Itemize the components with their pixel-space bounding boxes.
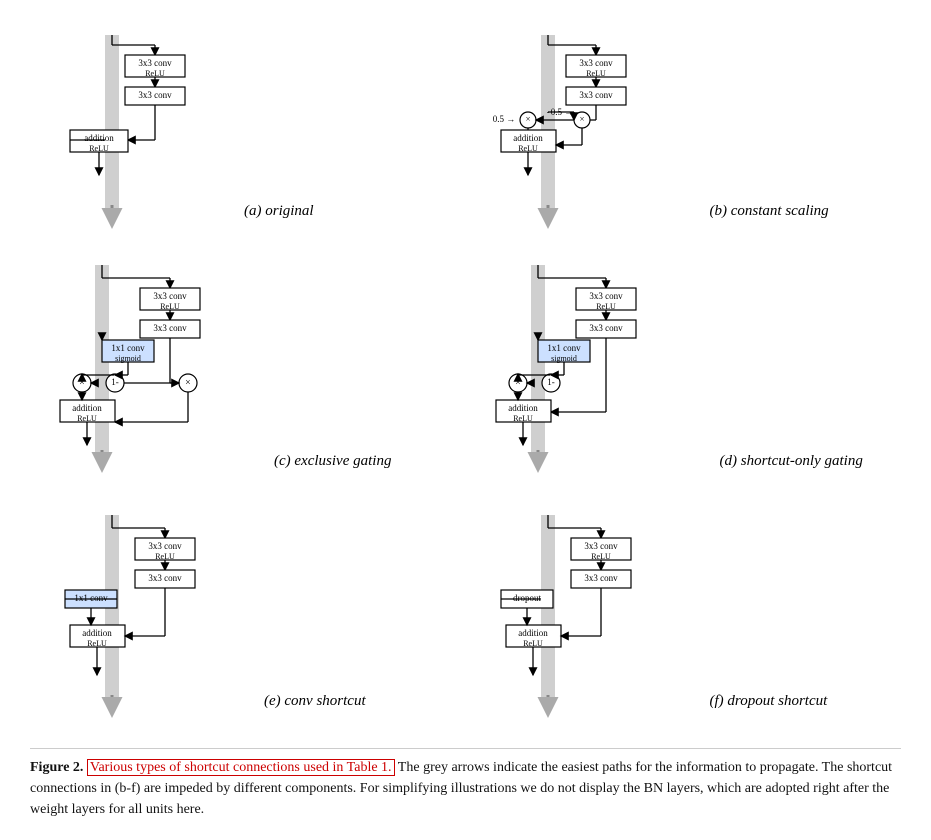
svg-text:×: × [525, 114, 530, 124]
svg-text:3x3 conv: 3x3 conv [138, 58, 172, 68]
svg-text:3x3 conv: 3x3 conv [579, 58, 613, 68]
diagram-e-label: (e) conv shortcut [264, 693, 366, 710]
svg-text:addition: addition [513, 133, 543, 143]
svg-text:1x1 conv: 1x1 conv [111, 343, 145, 353]
svg-text:3x3 conv: 3x3 conv [153, 323, 187, 333]
diagram-f: 3x3 conv ReLU 3x3 conv dropout addition … [466, 500, 902, 730]
svg-text:ReLU: ReLU [596, 302, 616, 311]
diagram-f-svg: 3x3 conv ReLU 3x3 conv dropout addition … [486, 510, 696, 720]
svg-text:0.5 →: 0.5 → [492, 114, 515, 124]
diagram-c-label: (c) exclusive gating [274, 453, 391, 470]
svg-text:3x3 conv: 3x3 conv [138, 90, 172, 100]
svg-text:ReLU: ReLU [518, 144, 538, 153]
svg-text:3x3 conv: 3x3 conv [148, 573, 182, 583]
diagram-a-label: (a) original [244, 203, 314, 220]
svg-text:3x3 conv: 3x3 conv [579, 90, 613, 100]
svg-text:ReLU: ReLU [513, 414, 533, 423]
svg-text:3x3 conv: 3x3 conv [584, 573, 618, 583]
svg-text:ReLU: ReLU [87, 639, 107, 648]
svg-text:addition: addition [518, 628, 548, 638]
svg-text:addition: addition [82, 628, 112, 638]
svg-text:ReLU: ReLU [77, 414, 97, 423]
svg-text:ReLU: ReLU [160, 302, 180, 311]
svg-text:ReLU: ReLU [155, 552, 175, 561]
diagram-b-svg: 3x3 conv ReLU 3x3 conv 0.5 → × 0.5 → × [486, 30, 696, 230]
caption-link[interactable]: Various types of shortcut connections us… [87, 759, 395, 776]
svg-text:ReLU: ReLU [586, 69, 606, 78]
svg-text:ReLU: ReLU [89, 144, 109, 153]
diagram-e-svg: 3x3 conv ReLU 3x3 conv 1x1 conv addition… [50, 510, 250, 720]
svg-text:×: × [579, 114, 584, 124]
svg-text:1-: 1- [111, 377, 119, 387]
diagram-b: 3x3 conv ReLU 3x3 conv 0.5 → × 0.5 → × [466, 20, 902, 240]
svg-text:×: × [515, 377, 521, 388]
svg-text:3x3 conv: 3x3 conv [589, 291, 623, 301]
diagram-e: 3x3 conv ReLU 3x3 conv 1x1 conv addition… [30, 500, 466, 730]
diagram-b-label: (b) constant scaling [710, 203, 829, 220]
diagram-a: 3x3 conv ReLU 3x3 conv addition ReLU [30, 20, 466, 240]
svg-text:1x1 conv: 1x1 conv [74, 593, 108, 603]
diagrams-grid: 3x3 conv ReLU 3x3 conv addition ReLU [30, 20, 901, 730]
figure-container: 3x3 conv ReLU 3x3 conv addition ReLU [30, 20, 901, 820]
diagram-c: 3x3 conv ReLU 3x3 conv 1x1 conv sigmoid … [30, 250, 466, 490]
diagram-a-svg: 3x3 conv ReLU 3x3 conv addition ReLU [50, 30, 230, 230]
svg-text:dropout: dropout [513, 593, 541, 603]
svg-text:3x3 conv: 3x3 conv [584, 541, 618, 551]
svg-text:ReLU: ReLU [523, 639, 543, 648]
svg-text:sigmoid: sigmoid [115, 354, 141, 363]
figure-label: Figure 2. [30, 760, 83, 775]
svg-text:×: × [185, 377, 191, 388]
svg-text:sigmoid: sigmoid [551, 354, 577, 363]
svg-text:1x1 conv: 1x1 conv [547, 343, 581, 353]
diagram-d: 3x3 conv ReLU 3x3 conv 1x1 conv sigmoid … [466, 250, 902, 490]
svg-text:3x3 conv: 3x3 conv [589, 323, 623, 333]
diagram-d-label: (d) shortcut-only gating [720, 453, 863, 470]
diagram-d-svg: 3x3 conv ReLU 3x3 conv 1x1 conv sigmoid … [486, 260, 706, 480]
svg-text:addition: addition [508, 403, 538, 413]
svg-text:3x3 conv: 3x3 conv [153, 291, 187, 301]
svg-text:ReLU: ReLU [145, 69, 165, 78]
svg-text:1-: 1- [547, 377, 555, 387]
svg-text:addition: addition [72, 403, 102, 413]
svg-text:addition: addition [84, 133, 114, 143]
diagram-c-svg: 3x3 conv ReLU 3x3 conv 1x1 conv sigmoid … [50, 260, 260, 480]
svg-text:×: × [79, 377, 85, 388]
svg-text:3x3 conv: 3x3 conv [148, 541, 182, 551]
svg-text:ReLU: ReLU [591, 552, 611, 561]
figure-caption: Figure 2. Various types of shortcut conn… [30, 748, 901, 820]
diagram-f-label: (f) dropout shortcut [710, 693, 828, 710]
